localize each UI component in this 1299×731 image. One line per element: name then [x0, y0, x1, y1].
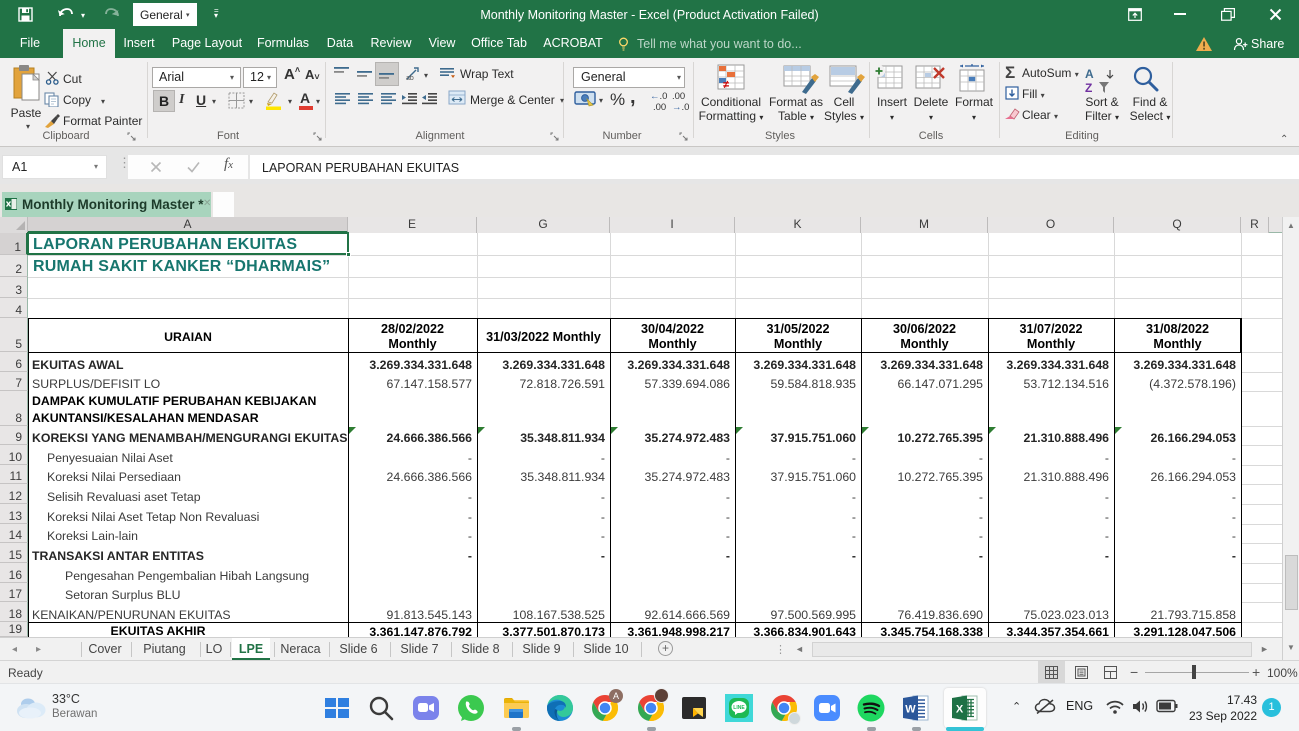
svg-text:W: W — [905, 704, 916, 716]
svg-text:LINE: LINE — [733, 705, 745, 711]
svg-text:≠: ≠ — [723, 79, 729, 91]
svg-text:A: A — [1085, 67, 1094, 81]
svg-text:ab: ab — [406, 75, 414, 81]
svg-text:X: X — [956, 704, 964, 716]
svg-text:Z: Z — [1085, 81, 1092, 94]
